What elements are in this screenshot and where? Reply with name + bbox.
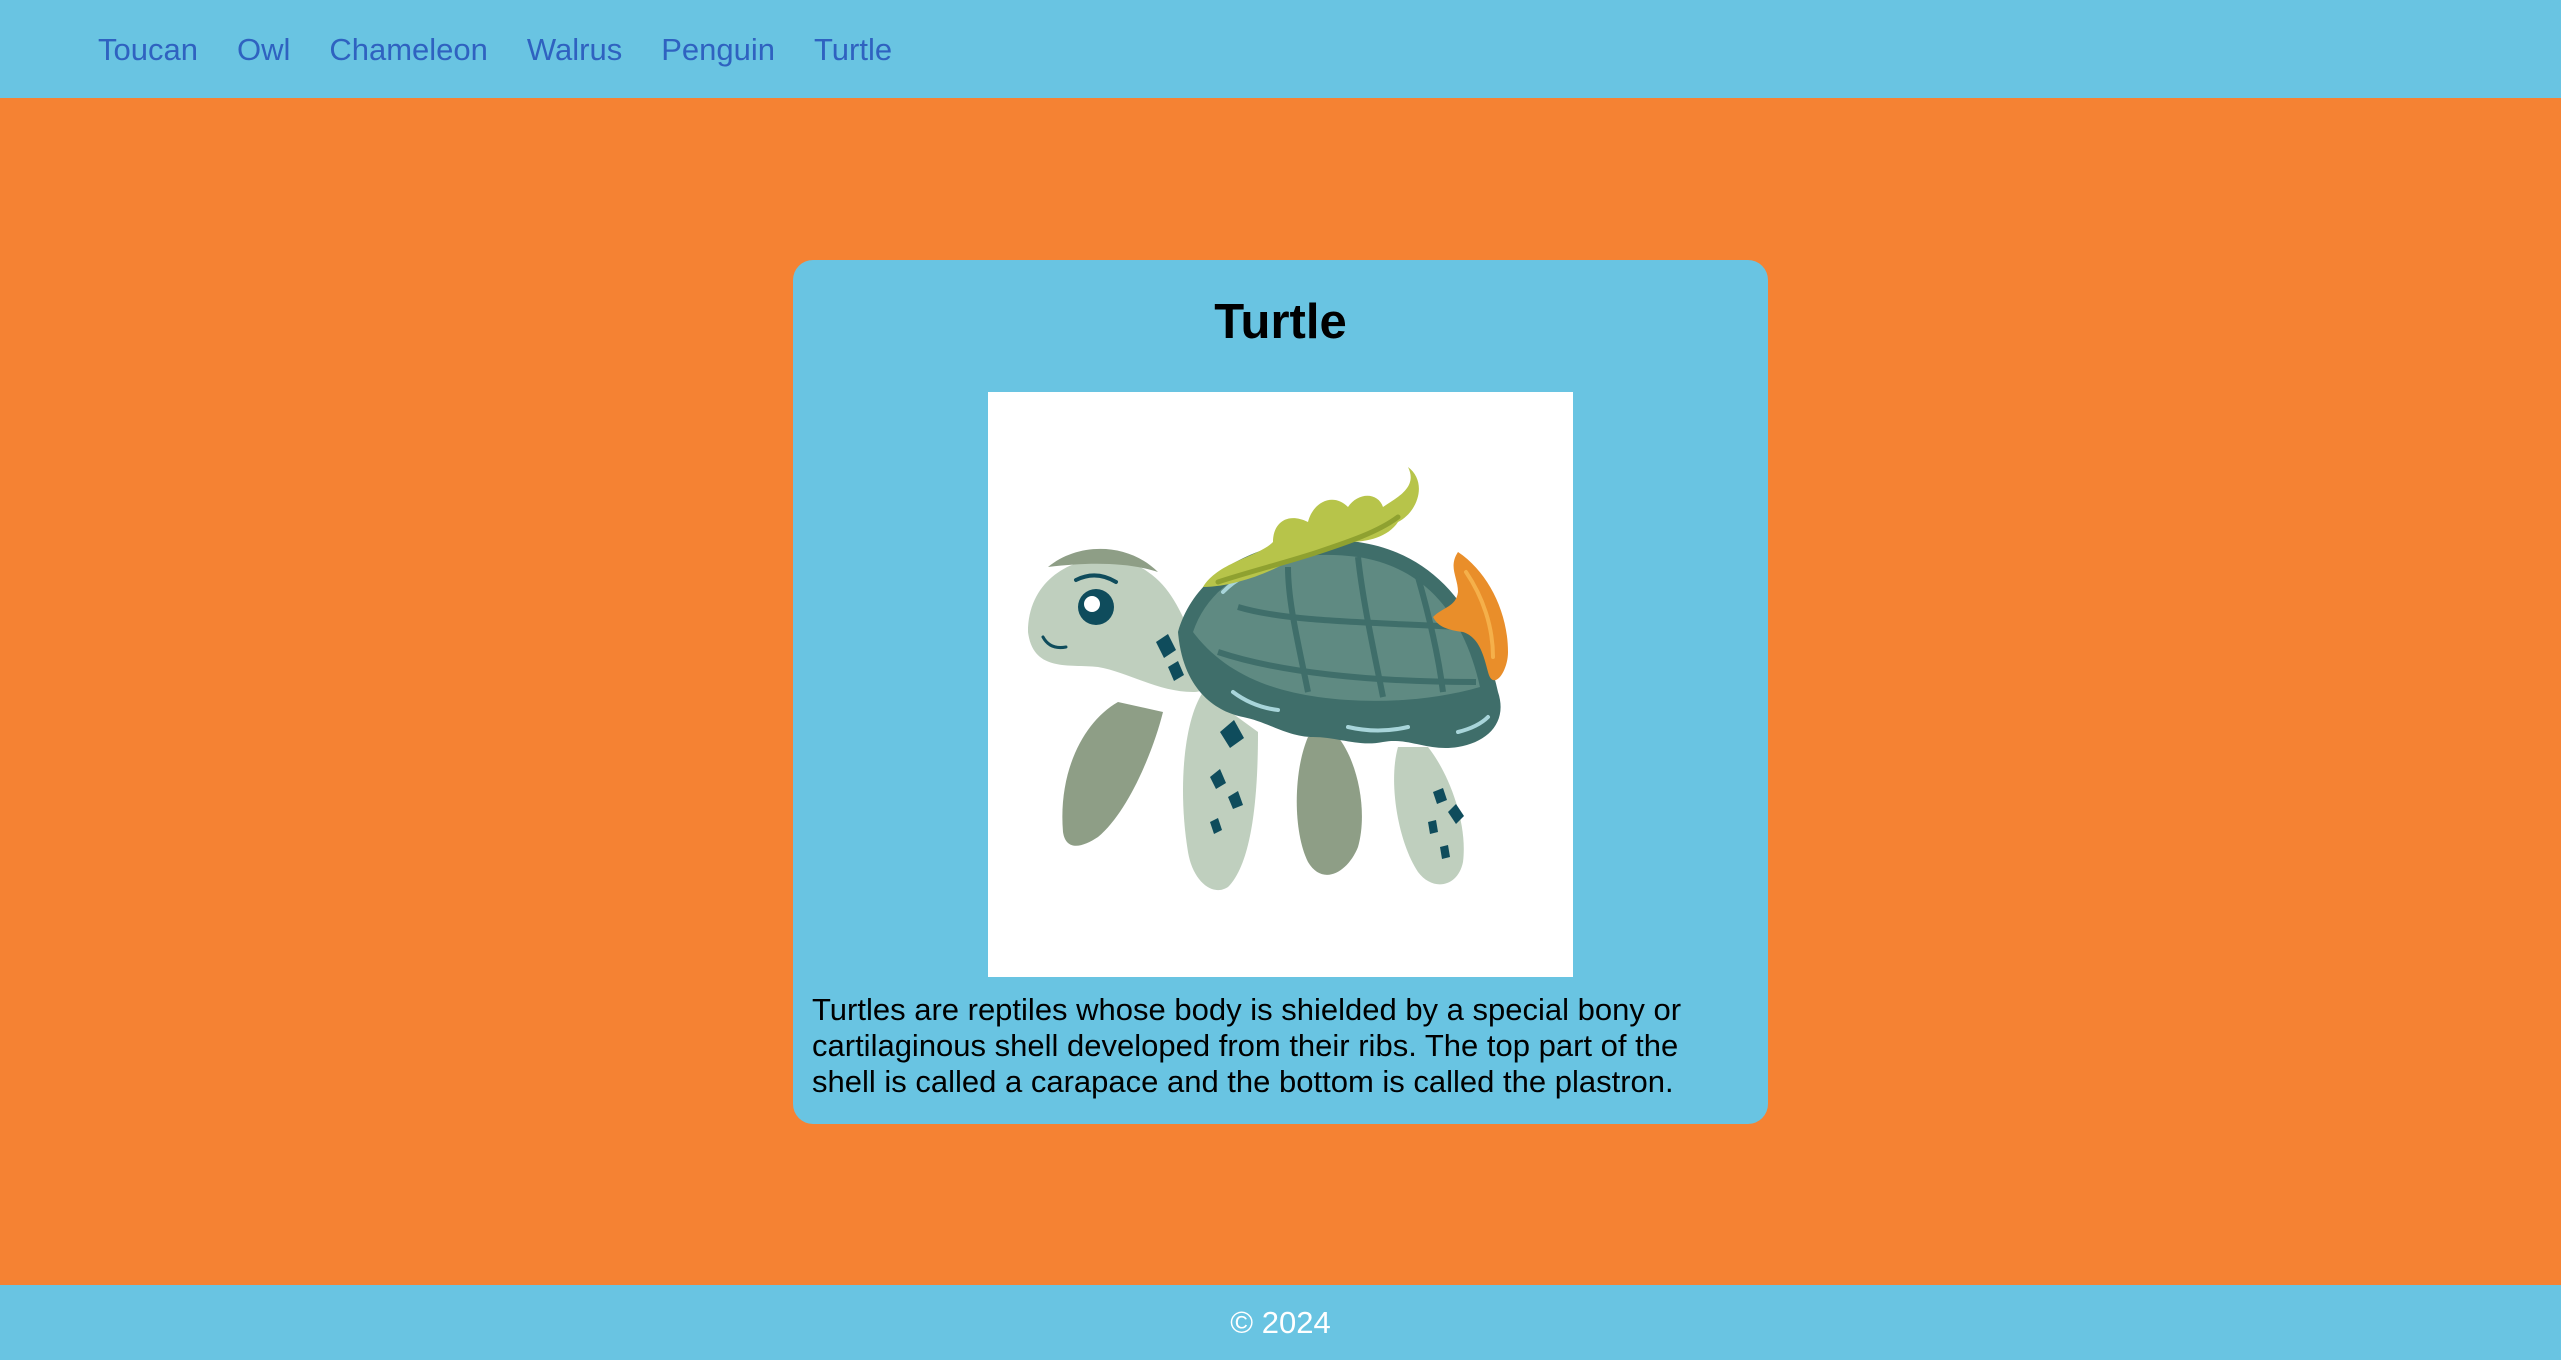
nav-link-owl[interactable]: Owl: [237, 34, 290, 65]
nav-link-toucan[interactable]: Toucan: [98, 34, 198, 65]
top-navigation: Toucan Owl Chameleon Walrus Penguin Turt…: [0, 0, 2561, 98]
nav-link-turtle[interactable]: Turtle: [814, 34, 892, 65]
page-footer: © 2024: [0, 1285, 2561, 1360]
nav-link-walrus[interactable]: Walrus: [527, 34, 622, 65]
nav-link-chameleon[interactable]: Chameleon: [329, 34, 488, 65]
nav-link-penguin[interactable]: Penguin: [661, 34, 775, 65]
copyright-text: © 2024: [1230, 1304, 1331, 1340]
animal-card: Turtle Turtles are reptiles whose body i…: [793, 260, 1768, 1124]
turtle-illustration-icon: [1028, 467, 1508, 891]
card-title: Turtle: [1214, 295, 1347, 349]
card-description: Turtles are reptiles whose body is shiel…: [812, 992, 1682, 1099]
turtle-image: [988, 392, 1573, 977]
